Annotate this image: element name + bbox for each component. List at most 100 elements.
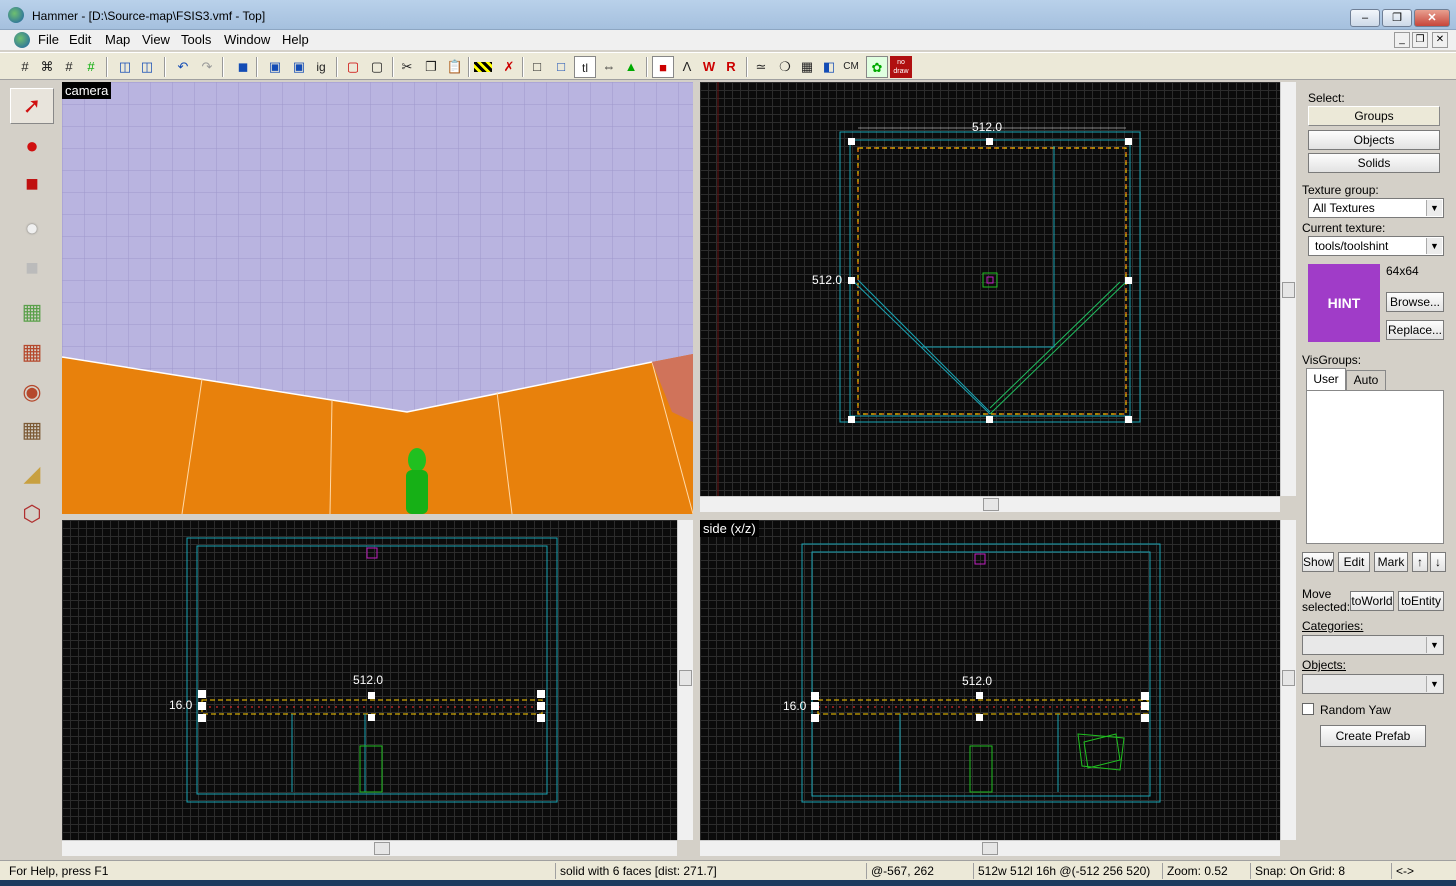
visgroup-show-button[interactable]: Show	[1302, 552, 1334, 572]
move-up-icon[interactable]: ↑	[1412, 552, 1428, 572]
random-yaw-checkbox[interactable]	[1302, 703, 1314, 715]
wireframe-icon[interactable]: ▢	[342, 56, 364, 78]
side-view-hscroll[interactable]	[700, 840, 1280, 856]
hide-selected-icon[interactable]: ▣	[264, 56, 286, 78]
textured-icon[interactable]: ▢	[366, 56, 388, 78]
camera-tool-icon[interactable]: ■	[10, 166, 54, 202]
apply-texture-icon[interactable]: ▦	[10, 334, 54, 370]
block-tool-icon[interactable]: ■	[10, 250, 54, 286]
scroll-thumb[interactable]	[982, 842, 998, 855]
menu-help[interactable]: Help	[282, 32, 309, 47]
menu-map[interactable]: Map	[105, 32, 130, 47]
scroll-thumb[interactable]	[374, 842, 390, 855]
replace-button[interactable]: Replace...	[1386, 320, 1444, 340]
selection-tool-icon[interactable]: ➚	[10, 88, 54, 124]
move-down-icon[interactable]: ↓	[1430, 552, 1446, 572]
redo-icon[interactable]: ↷	[196, 56, 218, 78]
categories-select[interactable]: ▼	[1302, 635, 1444, 655]
show-connections-icon[interactable]: W	[698, 56, 720, 78]
front-viewport[interactable]: 512.0 16.0	[62, 520, 677, 840]
hide-unselected-icon[interactable]: ▣	[288, 56, 310, 78]
radius-culling-icon[interactable]: R	[720, 56, 742, 78]
toggle-models-icon[interactable]: ✗	[498, 56, 520, 78]
objects-select[interactable]: ▼	[1302, 674, 1444, 694]
select-solids-button[interactable]: Solids	[1308, 153, 1440, 173]
ungroup-icon[interactable]: ◫	[136, 56, 158, 78]
to-entity-button[interactable]: toEntity	[1398, 591, 1444, 611]
scroll-thumb[interactable]	[983, 498, 999, 511]
front-view-vscroll[interactable]	[677, 520, 693, 840]
undo-icon[interactable]: ↶	[172, 56, 194, 78]
carve-icon[interactable]: ◼	[232, 56, 254, 78]
select-by-handle-icon[interactable]: □	[550, 56, 572, 78]
apply-decal-icon[interactable]: ◉	[10, 374, 54, 410]
close-button[interactable]: ✕	[1414, 9, 1450, 27]
side-viewport[interactable]: side (x/z) 512.0 16.0	[700, 520, 1280, 840]
to-world-button[interactable]: toWorld	[1350, 591, 1394, 611]
menu-edit[interactable]: Edit	[69, 32, 91, 47]
overlay-tool-icon[interactable]: ▦	[10, 412, 54, 448]
current-texture-select[interactable]: tools/toolshint ▼	[1308, 236, 1444, 256]
check-map-icon[interactable]: ❍	[774, 56, 796, 78]
texture-browser-icon[interactable]: ◧	[818, 56, 840, 78]
grid-larger-icon[interactable]: #	[58, 56, 80, 78]
entity-tool-icon[interactable]: ●	[10, 210, 54, 246]
tab-auto[interactable]: Auto	[1346, 370, 1386, 390]
nodraw-button[interactable]: no draw	[890, 56, 912, 78]
leaf-icon[interactable]: ✿	[866, 56, 888, 78]
selection-box-icon[interactable]: □	[526, 56, 548, 78]
create-prefab-button[interactable]: Create Prefab	[1320, 725, 1426, 747]
grid-icon[interactable]: #	[14, 56, 36, 78]
tab-user[interactable]: User	[1306, 368, 1346, 390]
mdi-restore-button[interactable]: ❐	[1412, 32, 1428, 48]
front-view-hscroll[interactable]	[62, 840, 677, 856]
cordon-button[interactable]: CM	[840, 56, 862, 78]
visgroups-list[interactable]	[1306, 390, 1444, 544]
vertex-tool-icon[interactable]: ⬡	[10, 496, 54, 532]
visgroup-mark-button[interactable]: Mark	[1374, 552, 1408, 572]
group-icon[interactable]: ◫	[114, 56, 136, 78]
toggle-helpers-icon[interactable]	[474, 62, 492, 72]
menu-view[interactable]: View	[142, 32, 170, 47]
auto-visgroups-icon[interactable]: ■	[652, 56, 674, 78]
select-groups-button[interactable]: Groups	[1308, 106, 1440, 126]
ignore-groups-button[interactable]: ig	[310, 56, 332, 78]
mdi-close-button[interactable]: ✕	[1432, 32, 1448, 48]
camera-viewport[interactable]: camera	[62, 82, 693, 514]
cut-icon[interactable]: ✂	[396, 56, 418, 78]
browse-button[interactable]: Browse...	[1386, 292, 1444, 312]
maximize-button[interactable]: ❐	[1382, 9, 1412, 27]
scroll-thumb[interactable]	[679, 670, 692, 686]
status-help: For Help, press F1	[9, 864, 109, 878]
texture-preview[interactable]: HINT	[1308, 264, 1380, 342]
flip-vertical-icon[interactable]: ▲	[620, 56, 642, 78]
menu-tools[interactable]: Tools	[181, 32, 211, 47]
paste-icon[interactable]: 📋	[444, 56, 466, 78]
run-map-icon[interactable]: ≃	[750, 56, 772, 78]
top-view-vscroll[interactable]	[1280, 82, 1296, 496]
grid-smaller-icon[interactable]: ⌘	[36, 56, 58, 78]
grid-toggle-icon[interactable]: #	[80, 56, 102, 78]
menu-window[interactable]: Window	[224, 32, 270, 47]
mdi-minimize-button[interactable]: _	[1394, 32, 1410, 48]
texture-lock-button[interactable]: tl	[574, 56, 596, 78]
visgroup-edit-button[interactable]: Edit	[1338, 552, 1370, 572]
transform-icon[interactable]: Λ	[676, 56, 698, 78]
side-view-vscroll[interactable]	[1280, 520, 1296, 840]
flip-horizontal-icon[interactable]: ⇔	[598, 56, 620, 78]
scroll-thumb[interactable]	[1282, 282, 1295, 298]
select-objects-button[interactable]: Objects	[1308, 130, 1440, 150]
entity-report-icon[interactable]: ▦	[796, 56, 818, 78]
top-view-hscroll[interactable]	[700, 496, 1280, 512]
texture-group-select[interactable]: All Textures ▼	[1308, 198, 1444, 218]
top-viewport[interactable]: 512.0 512.0	[700, 82, 1280, 496]
copy-icon[interactable]: ❐	[420, 56, 442, 78]
status-extra: <->	[1391, 863, 1451, 879]
document-icon[interactable]	[14, 32, 30, 48]
clipping-tool-icon[interactable]: ◢	[10, 456, 54, 492]
magnify-tool-icon[interactable]: ●	[10, 128, 54, 164]
scroll-thumb[interactable]	[1282, 670, 1295, 686]
menu-file[interactable]: File	[38, 32, 59, 47]
texture-tool-icon[interactable]: ▦	[10, 294, 54, 330]
minimize-button[interactable]: –	[1350, 9, 1380, 27]
